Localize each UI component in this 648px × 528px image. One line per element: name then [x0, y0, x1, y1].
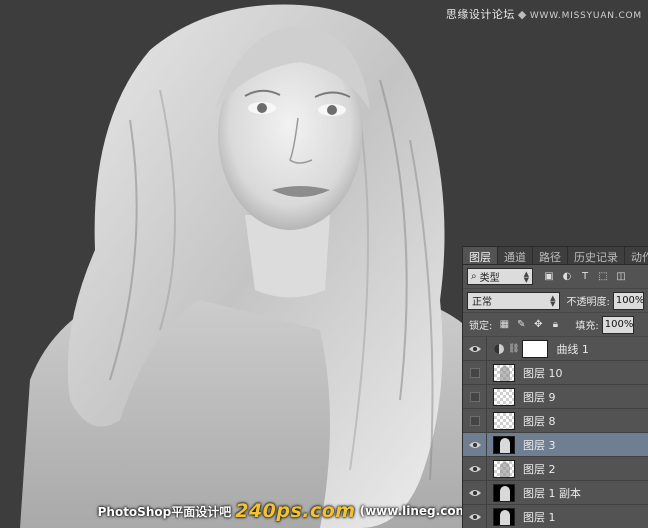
- layer-thumbnail: [493, 507, 515, 526]
- layer-name: 图层 1: [523, 510, 556, 524]
- layer-visibility-toggle[interactable]: [463, 456, 487, 481]
- shape-filter-icon[interactable]: ⬚: [597, 271, 609, 283]
- adjustment-filter-icon[interactable]: ◐: [561, 271, 573, 283]
- layer-3[interactable]: 图层 3: [463, 432, 648, 457]
- hidden-eye-icon: [469, 415, 480, 426]
- layer-thumbnail: [493, 459, 515, 478]
- opacity-input[interactable]: 100%: [612, 291, 644, 310]
- layer-visibility-toggle[interactable]: [463, 504, 487, 528]
- eye-icon: [468, 441, 481, 448]
- lock-pixels-icon[interactable]: ✎: [515, 319, 527, 331]
- layer-10[interactable]: 图层 10: [463, 360, 648, 385]
- tab-actions[interactable]: 动作: [625, 247, 648, 264]
- layer-visibility-toggle[interactable]: [463, 360, 487, 385]
- layer-visibility-toggle[interactable]: [463, 432, 487, 457]
- eye-icon: [468, 465, 481, 472]
- hidden-eye-icon: [469, 391, 480, 402]
- tab-channels[interactable]: 通道: [498, 247, 533, 264]
- lock-transparency-icon[interactable]: ▦: [498, 319, 510, 331]
- layer-visibility-toggle[interactable]: [463, 336, 487, 361]
- forum-url: WWW.MISSYUAN.COM: [529, 11, 642, 21]
- layer-list: ⛓ 曲线 1 图层 10 图层 9 图层 8 图层 3 图层 2 图层 1 副本…: [463, 336, 648, 528]
- layers-panel: 图层 通道 路径 历史记录 动作 ⌕ 类型 ▲▼ ▣ ◐ T ⬚ ◫ 正常 ▲▼…: [462, 246, 648, 528]
- lock-icons: ▦ ✎ ✥ 🔒︎: [498, 319, 561, 331]
- panel-tabs: 图层 通道 路径 历史记录 动作: [463, 247, 648, 265]
- filter-icons: ▣ ◐ T ⬚ ◫: [543, 271, 627, 283]
- tab-layers[interactable]: 图层: [463, 247, 498, 264]
- layer-curves-1[interactable]: ⛓ 曲线 1: [463, 336, 648, 361]
- layer-thumbnail: [493, 363, 515, 382]
- lock-position-icon[interactable]: ✥: [532, 319, 544, 331]
- layer-visibility-toggle[interactable]: [463, 480, 487, 505]
- layer-thumbnail: [493, 483, 515, 502]
- layer-name: 图层 1 副本: [523, 486, 581, 500]
- layer-name: 图层 8: [523, 414, 556, 428]
- layer-1[interactable]: 图层 1: [463, 504, 648, 528]
- smart-object-filter-icon[interactable]: ◫: [615, 271, 627, 283]
- curves-adjustment-icon: [494, 343, 504, 354]
- layer-2[interactable]: 图层 2: [463, 456, 648, 481]
- watermark-lead: PhotoShop平面设计吧: [97, 504, 232, 519]
- forum-name: 思缘设计论坛: [445, 8, 515, 21]
- layer-1-copy[interactable]: 图层 1 副本: [463, 480, 648, 505]
- layer-name: 曲线 1: [556, 342, 589, 356]
- layer-name: 图层 10: [523, 366, 563, 380]
- link-icon[interactable]: ⛓: [508, 344, 519, 354]
- fill-input[interactable]: 100%: [601, 315, 634, 334]
- forum-watermark: 思缘设计论坛 ◆ WWW.MISSYUAN.COM: [446, 6, 642, 22]
- tab-history[interactable]: 历史记录: [568, 247, 625, 264]
- type-filter-icon[interactable]: T: [579, 271, 591, 283]
- opacity-label: 不透明度:: [566, 297, 610, 308]
- search-icon: ⌕: [471, 271, 477, 282]
- lock-all-icon[interactable]: 🔒︎: [549, 319, 561, 331]
- layer-8[interactable]: 图层 8: [463, 408, 648, 433]
- layer-kind-label: 类型: [479, 273, 500, 284]
- fill-label: 填充:: [575, 321, 599, 332]
- layer-name: 图层 9: [523, 390, 556, 404]
- watermark-brand: 240ps.com: [235, 500, 356, 522]
- image-filter-icon[interactable]: ▣: [543, 271, 555, 283]
- layer-thumbnail: [493, 435, 515, 454]
- lock-row: 锁定: ▦ ✎ ✥ 🔒︎ 填充: 100%: [463, 313, 648, 337]
- eye-icon: [468, 513, 481, 520]
- layer-9[interactable]: 图层 9: [463, 384, 648, 409]
- blend-row: 正常 ▲ ▼ 不透明度: 100%: [463, 289, 648, 313]
- layer-kind-filter[interactable]: ⌕ 类型 ▲ ▼: [467, 268, 533, 285]
- hidden-eye-icon: [469, 367, 480, 378]
- tab-paths[interactable]: 路径: [533, 247, 568, 264]
- filter-row: ⌕ 类型 ▲ ▼ ▣ ◐ T ⬚ ◫: [463, 265, 648, 289]
- layer-visibility-toggle[interactable]: [463, 408, 487, 433]
- layer-thumbnail: [493, 387, 515, 406]
- blend-mode-value: 正常: [472, 297, 492, 308]
- blend-mode-select[interactable]: 正常 ▲ ▼: [467, 291, 561, 310]
- layer-thumbnail: [493, 411, 515, 430]
- watermark-separator: ◆: [517, 8, 527, 21]
- layer-name: 图层 3: [523, 438, 556, 452]
- layer-visibility-toggle[interactable]: [463, 384, 487, 409]
- layer-mask-thumbnail[interactable]: [522, 339, 549, 358]
- eye-icon: [468, 489, 481, 496]
- select-arrows-icon: ▲ ▼: [523, 269, 529, 284]
- select-arrows-icon: ▲ ▼: [550, 293, 556, 308]
- layer-name: 图层 2: [523, 462, 556, 476]
- lock-label: 锁定:: [469, 321, 493, 332]
- eye-icon: [468, 345, 481, 352]
